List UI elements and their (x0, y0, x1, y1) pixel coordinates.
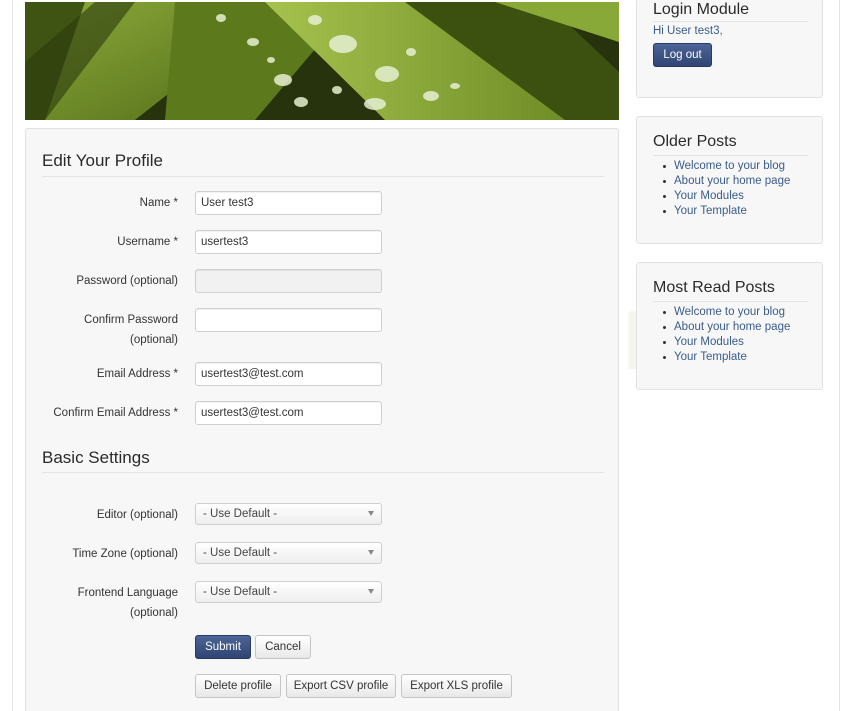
password-input[interactable] (195, 269, 382, 293)
submit-button[interactable]: Submit (195, 635, 251, 659)
confirm-email-input[interactable] (195, 401, 382, 425)
password-label: Password (optional) (76, 275, 178, 287)
most-read-module: Most Read Posts Welcome to your blog Abo… (636, 262, 823, 390)
profile-form-panel: Edit Your Profile Name * Username * Pass… (25, 128, 619, 711)
module-divider (653, 155, 808, 156)
most-read-list: Welcome to your blog About your home pag… (662, 305, 790, 365)
editor-select[interactable]: - Use Default - (195, 503, 382, 525)
module-divider (653, 301, 808, 302)
frontend-language-select-value: - Use Default - (203, 586, 278, 598)
older-posts-title: Older Posts (653, 133, 737, 150)
section-divider (42, 472, 604, 473)
time-zone-select-value: - Use Default - (203, 547, 278, 559)
logout-button[interactable]: Log out (653, 43, 712, 67)
login-module-title: Login Module (653, 1, 750, 18)
header-banner-image (25, 2, 619, 120)
frontend-language-label: Frontend Language (77, 587, 178, 599)
export-csv-button[interactable]: Export CSV profile (286, 674, 396, 698)
editor-select-value: - Use Default - (203, 508, 278, 520)
confirm-email-label: Confirm Email Address * (53, 407, 178, 419)
frontend-language-label-optional: (optional) (130, 607, 178, 619)
older-post-link[interactable]: Your Modules (662, 189, 790, 204)
module-divider (653, 21, 808, 22)
username-label: Username * (117, 236, 178, 248)
edit-profile-heading: Edit Your Profile (42, 151, 163, 170)
frontend-language-select[interactable]: - Use Default - (195, 581, 382, 603)
delete-profile-button[interactable]: Delete profile (195, 674, 281, 698)
chevron-down-icon (368, 589, 374, 594)
section-divider (42, 176, 604, 177)
email-label: Email Address * (96, 368, 178, 380)
most-read-link[interactable]: About your home page (662, 320, 790, 335)
older-post-link[interactable]: Your Template (662, 204, 790, 219)
basic-settings-heading: Basic Settings (42, 448, 150, 467)
older-posts-list: Welcome to your blog About your home pag… (662, 159, 790, 219)
editor-label: Editor (optional) (96, 509, 178, 521)
confirm-password-label-optional: (optional) (130, 334, 178, 346)
time-zone-label: Time Zone (optional) (72, 548, 178, 560)
name-label: Name * (139, 197, 178, 209)
greeting-text: Hi User test3, (653, 25, 723, 37)
older-posts-module: Older Posts Welcome to your blog About y… (636, 116, 823, 244)
chevron-down-icon (368, 511, 374, 516)
cancel-button[interactable]: Cancel (255, 635, 311, 659)
chevron-down-icon (368, 550, 374, 555)
username-input[interactable] (195, 230, 382, 254)
confirm-password-input[interactable] (195, 308, 382, 332)
login-module: Login Module Hi User test3, Log out (636, 0, 823, 98)
confirm-password-label: Confirm Password (84, 314, 178, 326)
name-input[interactable] (195, 191, 382, 215)
email-input[interactable] (195, 362, 382, 386)
export-xls-button[interactable]: Export XLS profile (401, 674, 512, 698)
older-post-link[interactable]: About your home page (662, 174, 790, 189)
most-read-link[interactable]: Your Template (662, 350, 790, 365)
time-zone-select[interactable]: - Use Default - (195, 542, 382, 564)
older-post-link[interactable]: Welcome to your blog (662, 159, 790, 174)
most-read-link[interactable]: Welcome to your blog (662, 305, 790, 320)
most-read-link[interactable]: Your Modules (662, 335, 790, 350)
most-read-title: Most Read Posts (653, 279, 775, 296)
